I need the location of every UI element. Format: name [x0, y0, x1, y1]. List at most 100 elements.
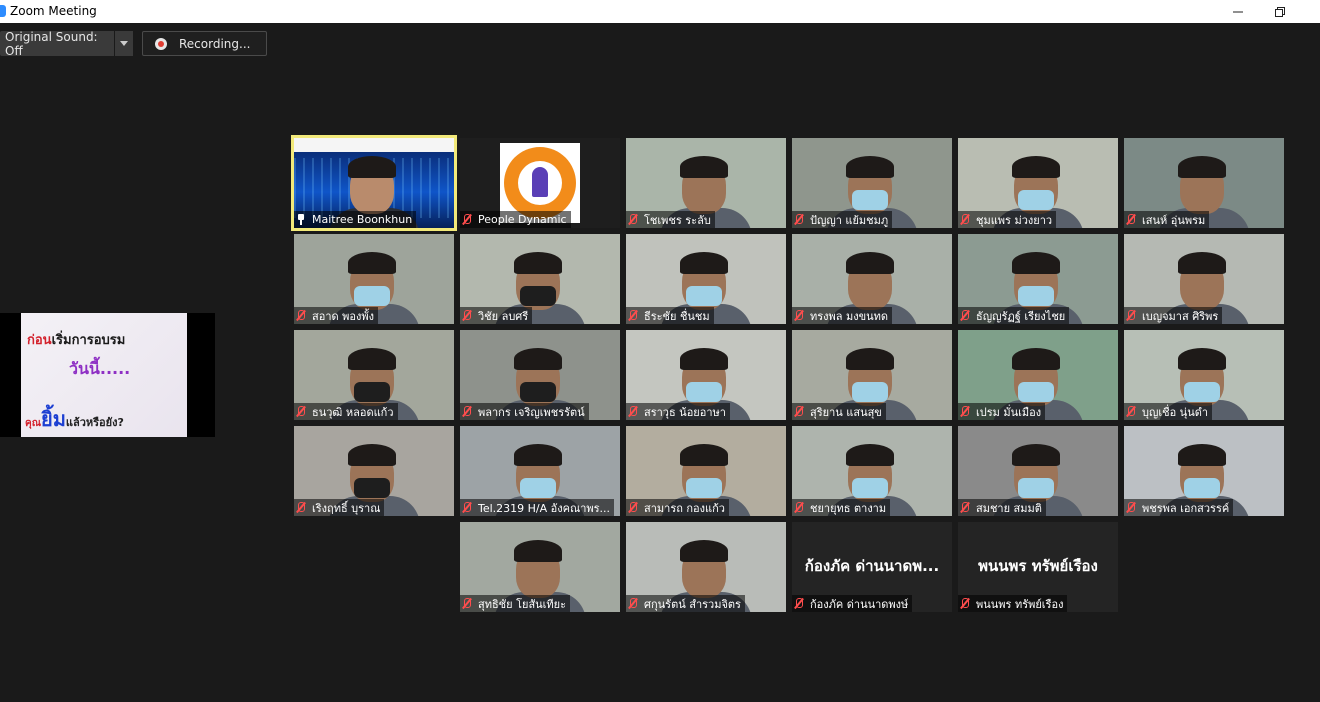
participant-nameplate: เปรม มั่นเมือง: [958, 403, 1046, 420]
participant-name: สามารถ กองแก้ว: [644, 501, 725, 515]
participant-nameplate: ศกุนรัตน์ สำรวมจิตร: [626, 595, 745, 612]
muted-mic-icon: [1126, 310, 1136, 321]
original-sound-label: Original Sound: Off: [5, 29, 98, 58]
participant-tile[interactable]: เสนห์ อุ่นพรม: [1124, 138, 1284, 228]
face-mask: [354, 382, 390, 402]
participant-tile[interactable]: ธนวุฒิ หลอดแก้ว: [294, 330, 454, 420]
participant-video: [514, 252, 562, 274]
muted-mic-icon: [794, 406, 804, 417]
participant-tile[interactable]: ชยายุทธ ตางาม: [792, 426, 952, 516]
participant-video: [1012, 156, 1060, 178]
participant-video: [348, 252, 396, 274]
participant-tile[interactable]: บุญเชื่อ นุ่นดำ: [1124, 330, 1284, 420]
pin-icon: [296, 214, 306, 225]
participant-name: Tel.2319 H/A อังคณาพร...: [478, 501, 611, 515]
recording-indicator[interactable]: Recording...: [142, 31, 267, 56]
record-icon: [155, 37, 167, 50]
face-mask: [1184, 382, 1220, 402]
shared-screen-thumbnail[interactable]: ก่อนเริ่มการอบรม วันนี้..... คุณยิ้มแล้ว…: [0, 313, 215, 437]
face-mask: [686, 478, 722, 498]
participant-tile[interactable]: โชเพชร ระลับ: [626, 138, 786, 228]
muted-mic-icon: [462, 406, 472, 417]
minimize-button[interactable]: [1218, 0, 1258, 23]
face-mask: [354, 286, 390, 306]
participant-nameplate: ทรงพล มงขนทด: [792, 307, 893, 324]
participant-video: [348, 348, 396, 370]
participant-tile[interactable]: เปรม มั่นเมือง: [958, 330, 1118, 420]
slide-line-1: ก่อนเริ่มการอบรม: [27, 333, 126, 348]
participant-nameplate: ชยายุทธ ตางาม: [792, 499, 891, 516]
face-mask: [686, 382, 722, 402]
face-mask: [852, 478, 888, 498]
participant-name: สมชาย สมมติ: [976, 501, 1042, 515]
participant-nameplate: บุญเชื่อ นุ่นดำ: [1124, 403, 1213, 420]
participant-nameplate: เบญจมาส ศิริพร: [1124, 307, 1223, 324]
participant-nameplate: Tel.2319 H/A อังคณาพร...: [460, 499, 615, 516]
participant-nameplate: ธัญญรัฏฐ์ เรียงไชย: [958, 307, 1070, 324]
participant-name: พชรพล เอกสวรรค์: [1142, 501, 1230, 515]
participant-name: ทรงพล มงขนทด: [810, 309, 889, 323]
participant-video: [680, 540, 728, 562]
face-mask: [852, 190, 888, 210]
participant-tile[interactable]: สราวุธ น้อยอาษา: [626, 330, 786, 420]
participant-tile[interactable]: เริงฤทธิ์ บุราณ: [294, 426, 454, 516]
participant-tile[interactable]: สามารถ กองแก้ว: [626, 426, 786, 516]
participant-video: [1012, 252, 1060, 274]
participant-name: เปรม มั่นเมือง: [976, 405, 1042, 419]
participant-video: [514, 444, 562, 466]
face-mask: [1018, 286, 1054, 306]
face-mask: [1018, 478, 1054, 498]
participant-tile[interactable]: ปัญญา แย้มชมภู: [792, 138, 952, 228]
participant-tile[interactable]: People Dynamic: [460, 138, 620, 228]
participant-video: [846, 252, 894, 274]
participant-tile[interactable]: พชรพล เอกสวรรค์: [1124, 426, 1284, 516]
participant-nameplate: โชเพชร ระลับ: [626, 211, 715, 228]
participant-nameplate: เริงฤทธิ์ บุราณ: [294, 499, 385, 516]
participant-tile[interactable]: ชุมแพร ม่วงยาว: [958, 138, 1118, 228]
zoom-app-icon: [0, 5, 6, 17]
participant-tile[interactable]: สุทธิชัย โยสันเทียะ: [460, 522, 620, 612]
restore-button[interactable]: [1260, 0, 1300, 23]
participant-tile[interactable]: Maitree Boonkhun: [291, 135, 457, 231]
face-mask: [1018, 382, 1054, 402]
participant-tile[interactable]: ก้องภัค ด่านนาดพ... ก้องภัค ด่านนาดพงษ์: [792, 522, 952, 612]
participant-video: [348, 156, 396, 178]
participant-tile[interactable]: สอาด พองพั้ง: [294, 234, 454, 324]
participant-tile[interactable]: ทรงพล มงขนทด: [792, 234, 952, 324]
participant-name: สุทธิชัย โยสันเทียะ: [478, 597, 567, 611]
participant-nameplate: ชุมแพร ม่วงยาว: [958, 211, 1057, 228]
participant-name: ธีระชัย ชื่นชม: [644, 309, 710, 323]
muted-mic-icon: [628, 502, 638, 513]
participant-nameplate: Maitree Boonkhun: [294, 211, 417, 228]
participant-video: [1012, 348, 1060, 370]
participant-nameplate: พนนพร ทรัพย์เรือง: [958, 595, 1068, 612]
participant-tile[interactable]: พลากร เจริญเพชรรัตน์: [460, 330, 620, 420]
restore-icon: [1275, 6, 1285, 17]
original-sound-button[interactable]: Original Sound: Off: [0, 29, 114, 58]
participant-tile[interactable]: พนนพร ทรัพย์เรือง พนนพร ทรัพย์เรือง: [958, 522, 1118, 612]
participant-name: ศกุนรัตน์ สำรวมจิตร: [644, 597, 741, 611]
participant-tile[interactable]: ธัญญรัฏฐ์ เรียงไชย: [958, 234, 1118, 324]
title-bar: Zoom Meeting: [0, 0, 1320, 23]
original-sound-dropdown[interactable]: [115, 31, 133, 56]
participant-tile[interactable]: ธีระชัย ชื่นชม: [626, 234, 786, 324]
participant-display-name: ก้องภัค ด่านนาดพ...: [804, 557, 940, 575]
participant-tile[interactable]: สมชาย สมมติ: [958, 426, 1118, 516]
recording-label: Recording...: [179, 36, 251, 51]
participant-video: [680, 156, 728, 178]
participant-tile[interactable]: สุริยาน แสนสุข: [792, 330, 952, 420]
participant-tile[interactable]: Tel.2319 H/A อังคณาพร...: [460, 426, 620, 516]
muted-mic-icon: [462, 310, 472, 321]
participant-nameplate: People Dynamic: [460, 211, 571, 228]
participant-name: เสนห์ อุ่นพรม: [1142, 213, 1206, 227]
muted-mic-icon: [960, 310, 970, 321]
participant-nameplate: สอาด พองพั้ง: [294, 307, 378, 324]
participant-tile[interactable]: วิชัย ลบศรี: [460, 234, 620, 324]
minimize-icon: [1233, 11, 1243, 12]
participant-tile[interactable]: ศกุนรัตน์ สำรวมจิตร: [626, 522, 786, 612]
participant-tile[interactable]: เบญจมาส ศิริพร: [1124, 234, 1284, 324]
muted-mic-icon: [960, 502, 970, 513]
participant-video: [514, 348, 562, 370]
participant-name: เริงฤทธิ์ บุราณ: [312, 501, 381, 515]
muted-mic-icon: [960, 214, 970, 225]
